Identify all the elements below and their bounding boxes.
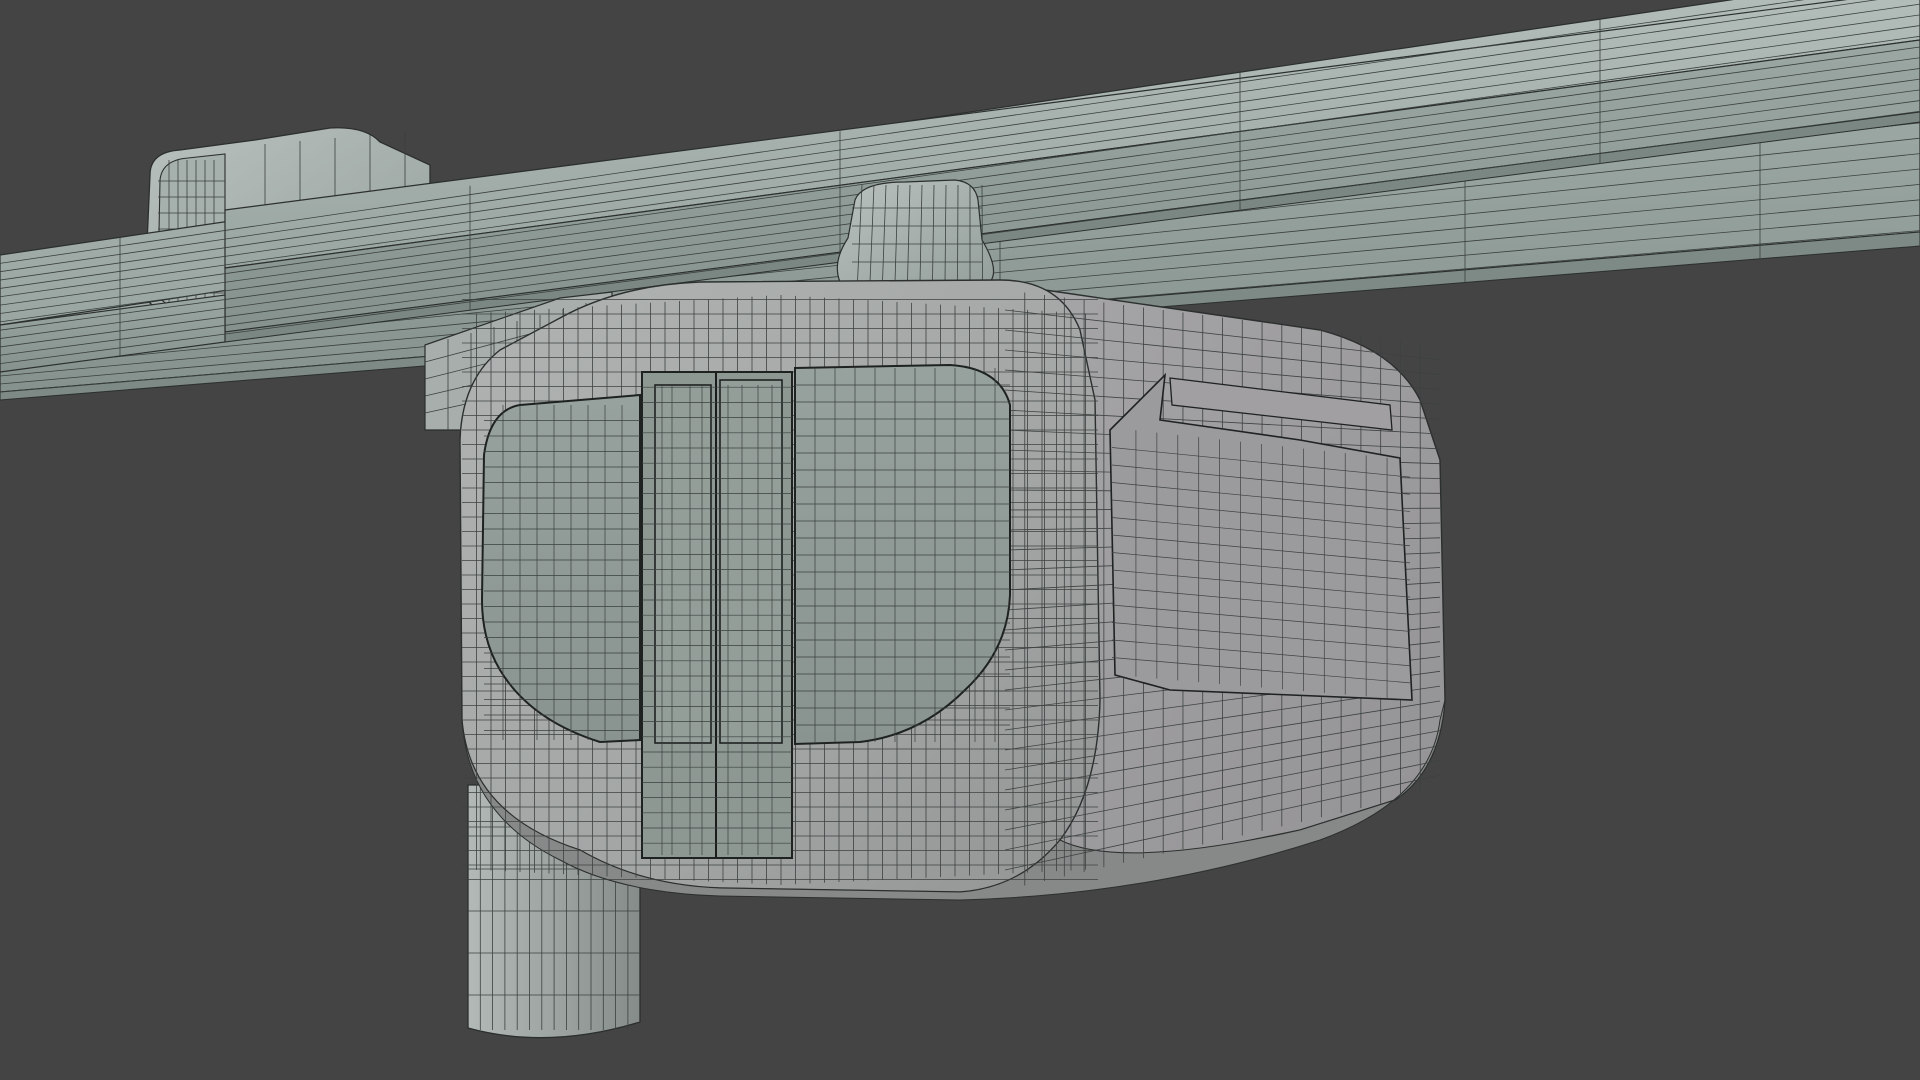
scene-canvas xyxy=(0,0,1920,1039)
3d-viewport[interactable] xyxy=(0,0,1920,1080)
mesh-edge xyxy=(981,184,983,283)
top-connector[interactable] xyxy=(836,179,995,283)
cabin-door[interactable] xyxy=(641,371,793,859)
mesh-edge xyxy=(957,184,959,283)
